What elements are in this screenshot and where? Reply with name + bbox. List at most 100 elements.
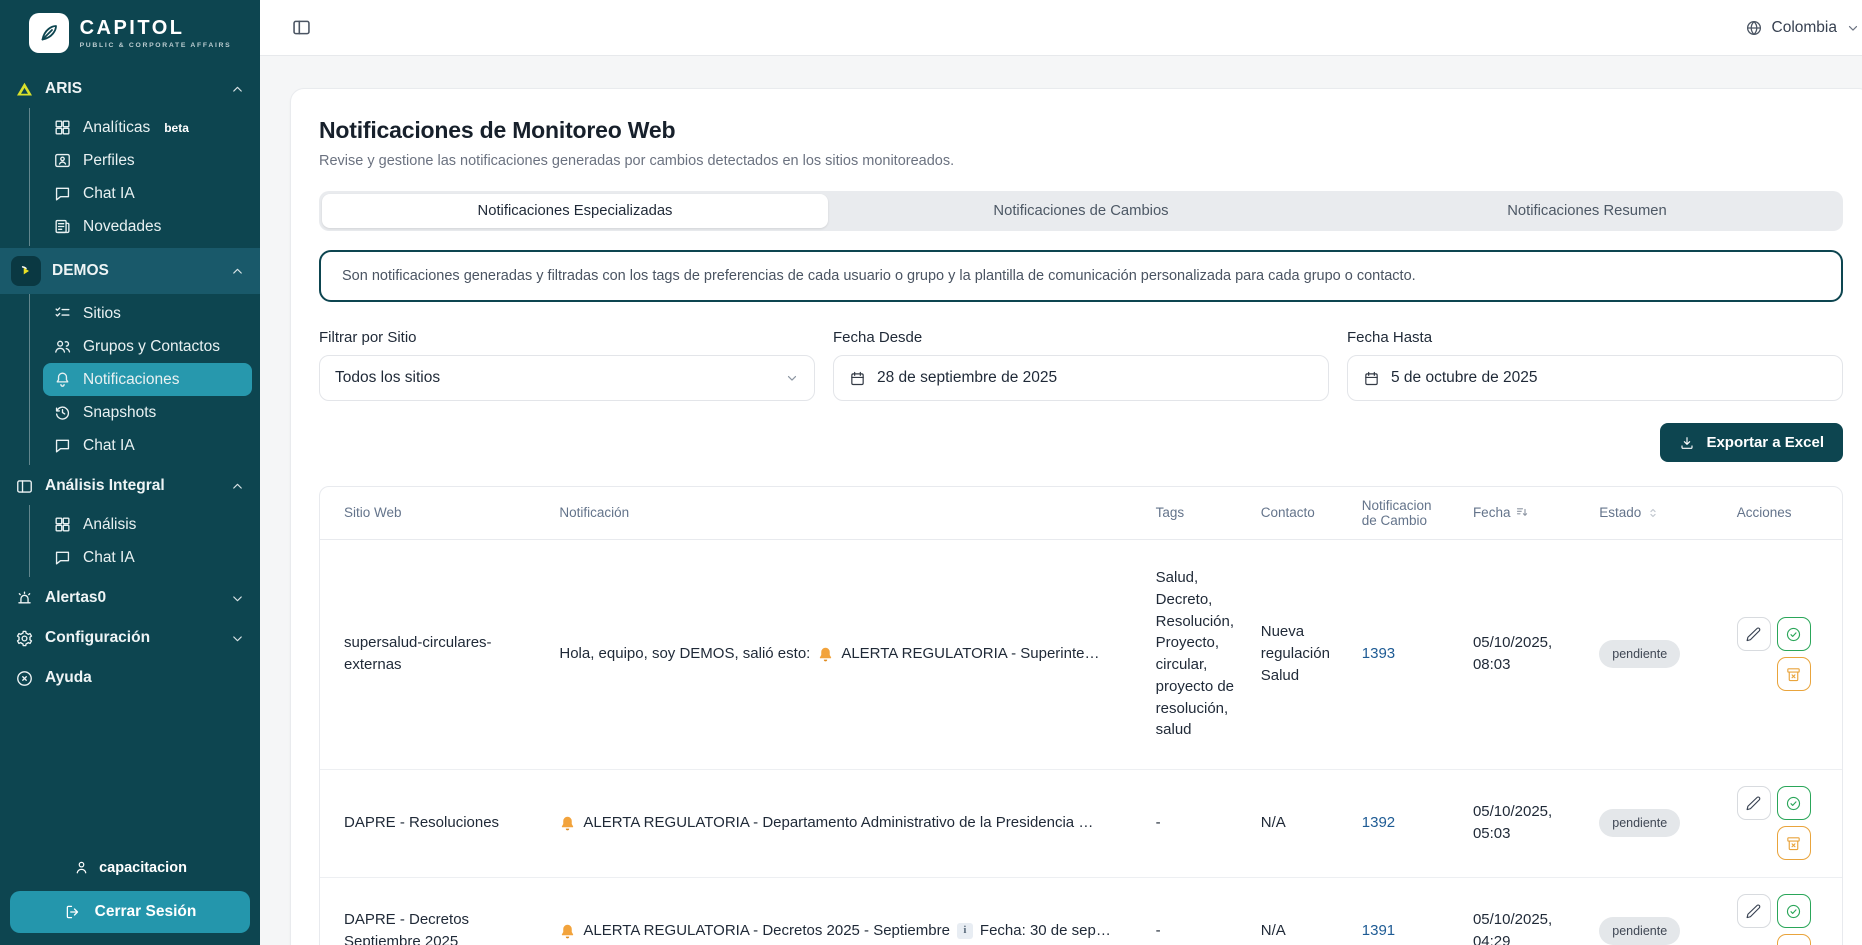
chevron-down-icon	[230, 631, 245, 646]
page-subtitle: Revise y gestione las notificaciones gen…	[319, 153, 1843, 169]
sidebar-item-chat-ia-demos[interactable]: Chat IA	[43, 429, 252, 462]
current-user: capacitacion	[0, 859, 260, 876]
notification-prefix: Hola, equipo, soy DEMOS, salió esto:	[559, 643, 810, 665]
export-excel-button[interactable]: Exportar a Excel	[1660, 423, 1843, 462]
approve-button[interactable]	[1777, 894, 1811, 928]
logout-icon	[64, 903, 82, 921]
status-badge: pendiente	[1599, 809, 1680, 837]
sidebar-item-label: Chat IA	[83, 185, 135, 203]
info-banner: Son notificaciones generadas y filtradas…	[319, 250, 1843, 302]
date-from-input[interactable]: 28 de septiembre de 2025	[833, 355, 1329, 401]
archive-button[interactable]	[1777, 826, 1811, 860]
sidebar-item-label: Grupos y Contactos	[83, 338, 220, 356]
current-user-name: capacitacion	[99, 860, 187, 876]
gear-icon	[15, 629, 34, 648]
sidebar-item-analisis[interactable]: Análisis	[43, 508, 252, 541]
beta-badge: beta	[164, 121, 189, 135]
sidebar-nav: ARIS Analíticas beta Perfiles Chat IA No…	[0, 68, 260, 697]
archive-button[interactable]	[1777, 657, 1811, 691]
page-title: Notificaciones de Monitoreo Web	[319, 117, 1843, 144]
edit-button[interactable]	[1737, 786, 1771, 820]
sidebar-item-alertas0[interactable]: Alertas0	[0, 579, 260, 617]
col-notificacion: Notificación	[547, 487, 1143, 539]
alert-bell-icon	[817, 646, 834, 663]
date-cell: 05/10/2025, 04:29	[1461, 877, 1587, 945]
date-to-value: 5 de octubre de 2025	[1391, 369, 1538, 387]
sidebar-item-snapshots[interactable]: Snapshots	[43, 396, 252, 429]
sidebar-item-chat-ia-aris[interactable]: Chat IA	[43, 177, 252, 210]
change-notification-link[interactable]: 1392	[1362, 814, 1395, 831]
date-from-value: 28 de septiembre de 2025	[877, 369, 1057, 387]
dashboard-grid-icon	[53, 118, 72, 137]
help-lifebuoy-icon	[15, 669, 34, 688]
approve-button[interactable]	[1777, 617, 1811, 651]
sidebar-toggle-button[interactable]	[287, 13, 316, 42]
edit-button[interactable]	[1737, 617, 1771, 651]
col-notificacion-de-cambio: Notificacion de Cambio	[1350, 487, 1461, 539]
date-cell: 05/10/2025, 05:03	[1461, 769, 1587, 877]
change-notification-link[interactable]: 1391	[1362, 922, 1395, 939]
sidebar-item-label: Análisis Integral	[45, 477, 165, 495]
archive-button[interactable]	[1777, 934, 1811, 945]
alert-bell-icon	[559, 923, 576, 940]
sidebar-section-demos[interactable]: DEMOS	[0, 248, 260, 294]
sidebar-item-analiticas[interactable]: Analíticas beta	[43, 111, 252, 144]
sidebar-item-label: DEMOS	[52, 262, 109, 280]
col-fecha-sort[interactable]: Fecha	[1461, 487, 1587, 539]
filter-date-to-label: Fecha Hasta	[1347, 329, 1843, 346]
sidebar-section-aris[interactable]: ARIS	[0, 70, 260, 108]
aris-triangle-icon	[15, 80, 34, 99]
col-contacto: Contacto	[1249, 487, 1350, 539]
tab-notificaciones-de-cambios[interactable]: Notificaciones de Cambios	[828, 194, 1334, 228]
check-circle-icon	[1785, 903, 1802, 920]
col-tags: Tags	[1144, 487, 1249, 539]
chevron-up-icon	[230, 479, 245, 494]
country-selector[interactable]: Colombia	[1745, 19, 1860, 37]
approve-button[interactable]	[1777, 786, 1811, 820]
filter-site-label: Filtrar por Sitio	[319, 329, 815, 346]
alert-bell-icon	[559, 815, 576, 832]
sidebar-item-ayuda[interactable]: Ayuda	[0, 659, 260, 697]
tab-notificaciones-especializadas[interactable]: Notificaciones Especializadas	[322, 194, 828, 228]
table-row: supersalud-circulares-externas Hola, equ…	[320, 539, 1842, 769]
logout-button[interactable]: Cerrar Sesión	[10, 891, 250, 933]
edit-button[interactable]	[1737, 894, 1771, 928]
sidebar-item-novedades[interactable]: Novedades	[43, 210, 252, 243]
contact-cell: N/A	[1249, 769, 1350, 877]
notifications-table: Sitio Web Notificación Tags Contacto Not…	[319, 486, 1843, 945]
notification-message: ALERTA REGULATORIA - Departamento Admini…	[559, 812, 1131, 834]
tab-notificaciones-resumen[interactable]: Notificaciones Resumen	[1334, 194, 1840, 228]
chat-bubble-icon	[53, 548, 72, 567]
chevron-down-icon	[230, 591, 245, 606]
checklist-icon	[53, 304, 72, 323]
sidebar-section-analisis-integral[interactable]: Análisis Integral	[0, 467, 260, 505]
sidebar-item-label: Notificaciones	[83, 371, 180, 389]
sidebar-item-configuracion[interactable]: Configuración	[0, 619, 260, 657]
alarm-icon	[15, 589, 34, 608]
filters-row: Filtrar por Sitio Todos los sitios Fecha…	[319, 329, 1843, 401]
tabs-bar: Notificaciones Especializadas Notificaci…	[319, 191, 1843, 231]
sidebar-item-chat-ia-analisis[interactable]: Chat IA	[43, 541, 252, 574]
col-sitio-web: Sitio Web	[320, 487, 547, 539]
table-row: DAPRE - Decretos Septiembre 2025 ALERTA …	[320, 877, 1842, 945]
download-icon	[1679, 435, 1695, 451]
sidebar-item-grupos-y-contactos[interactable]: Grupos y Contactos	[43, 330, 252, 363]
contact-cell: Nueva regulación Salud	[1249, 539, 1350, 769]
newspaper-icon	[53, 217, 72, 236]
content-area: Notificaciones de Monitoreo Web Revise y…	[260, 56, 1862, 945]
sidebar-item-label: Chat IA	[83, 549, 135, 567]
col-estado-sort[interactable]: Estado	[1587, 487, 1724, 539]
notification-text-suffix: Fecha: 30 de sep…	[980, 920, 1111, 942]
sidebar-item-label: Snapshots	[83, 404, 156, 422]
date-to-input[interactable]: 5 de octubre de 2025	[1347, 355, 1843, 401]
sidebar-item-sitios[interactable]: Sitios	[43, 297, 252, 330]
site-select[interactable]: Todos los sitios	[319, 355, 815, 401]
history-clock-icon	[53, 403, 72, 422]
chat-bubble-icon	[53, 436, 72, 455]
change-notification-link[interactable]: 1393	[1362, 645, 1395, 662]
dashboard-grid-icon	[53, 515, 72, 534]
sidebar-item-notificaciones[interactable]: Notificaciones	[43, 363, 252, 396]
sidebar-item-perfiles[interactable]: Perfiles	[43, 144, 252, 177]
info-icon: i	[957, 923, 973, 939]
archive-x-icon	[1785, 666, 1802, 683]
